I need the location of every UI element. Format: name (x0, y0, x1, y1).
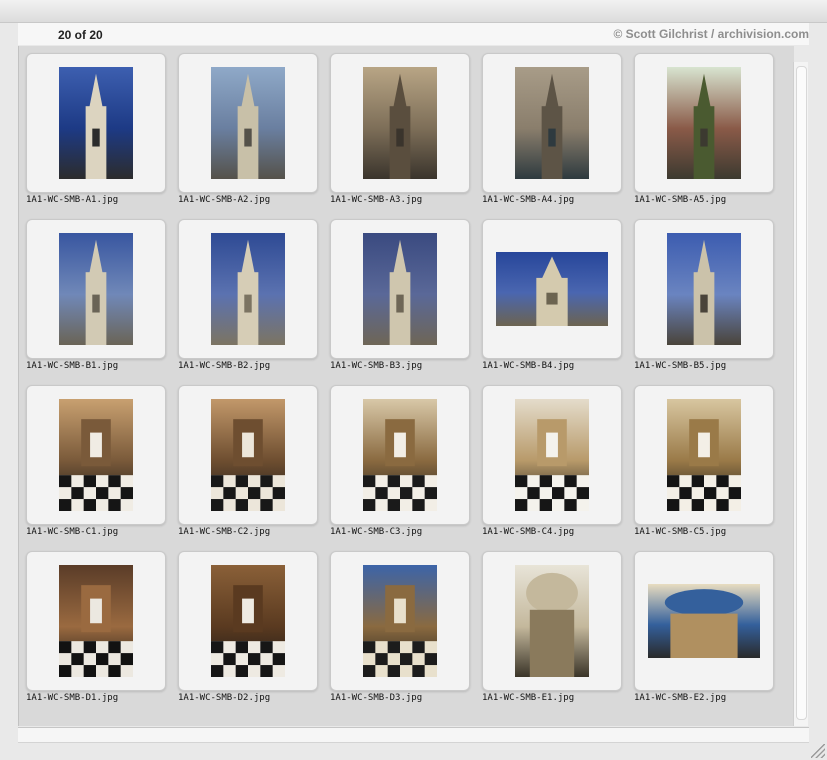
thumbnail-filename: 1A1-WC-SMB-A1.jpg (26, 195, 119, 205)
thumbnail-image (59, 233, 133, 345)
thumbnail-frame[interactable] (634, 385, 774, 525)
photo-credit: © Scott Gilchrist / archivision.com (613, 27, 809, 41)
thumbnail-item[interactable]: 1A1-WC-SMB-D2.jpg (178, 551, 318, 713)
thumbnail-image (363, 67, 437, 179)
thumbnail-filename: 1A1-WC-SMB-D3.jpg (330, 693, 423, 703)
thumbnail-grid: 1A1-WC-SMB-A1.jpg 1A1-WC-SMB-A2.jpg 1A1-WC… (18, 46, 794, 726)
thumbnail-item[interactable]: 1A1-WC-SMB-B5.jpg (634, 219, 774, 381)
thumbnail-item[interactable]: 1A1-WC-SMB-C4.jpg (482, 385, 622, 547)
thumbnail-filename: 1A1-WC-SMB-C2.jpg (178, 527, 271, 537)
thumbnail-frame[interactable] (26, 219, 166, 359)
thumbnail-image (648, 584, 760, 658)
horizontal-scrollbar[interactable] (18, 727, 809, 743)
thumbnail-frame[interactable] (634, 551, 774, 691)
thumbnail-frame[interactable] (330, 551, 470, 691)
thumbnail-item[interactable]: 1A1-WC-SMB-B1.jpg (26, 219, 166, 381)
thumbnail-filename: 1A1-WC-SMB-C4.jpg (482, 527, 575, 537)
thumbnail-frame[interactable] (26, 53, 166, 193)
thumbnail-item[interactable]: 1A1-WC-SMB-A5.jpg (634, 53, 774, 215)
thumbnail-filename: 1A1-WC-SMB-E2.jpg (634, 693, 727, 703)
thumbnail-filename: 1A1-WC-SMB-E1.jpg (482, 693, 575, 703)
thumbnail-image (667, 67, 741, 179)
thumbnail-item[interactable]: 1A1-WC-SMB-E1.jpg (482, 551, 622, 713)
thumbnail-image (667, 399, 741, 511)
thumbnail-image (59, 67, 133, 179)
thumbnail-filename: 1A1-WC-SMB-C1.jpg (26, 527, 119, 537)
thumbnail-item[interactable]: 1A1-WC-SMB-D3.jpg (330, 551, 470, 713)
thumbnail-frame[interactable] (26, 385, 166, 525)
thumbnail-filename: 1A1-WC-SMB-B2.jpg (178, 361, 271, 371)
thumbnail-filename: 1A1-WC-SMB-C3.jpg (330, 527, 423, 537)
thumbnail-image (667, 233, 741, 345)
thumbnail-filename: 1A1-WC-SMB-D2.jpg (178, 693, 271, 703)
thumbnail-image (496, 252, 608, 326)
thumbnail-filename: 1A1-WC-SMB-B3.jpg (330, 361, 423, 371)
thumbnail-frame[interactable] (330, 219, 470, 359)
thumbnail-filename: 1A1-WC-SMB-D1.jpg (26, 693, 119, 703)
thumbnail-filename: 1A1-WC-SMB-B1.jpg (26, 361, 119, 371)
thumbnail-frame[interactable] (482, 53, 622, 193)
thumbnail-item[interactable]: 1A1-WC-SMB-B4.jpg (482, 219, 622, 381)
thumbnail-filename: 1A1-WC-SMB-A2.jpg (178, 195, 271, 205)
thumbnail-frame[interactable] (330, 53, 470, 193)
thumbnail-image (363, 399, 437, 511)
thumbnail-frame[interactable] (634, 219, 774, 359)
thumbnail-image (515, 565, 589, 677)
gallery-header: 20 of 20 © Scott Gilchrist / archivision… (18, 23, 809, 45)
thumbnail-item[interactable]: 1A1-WC-SMB-C2.jpg (178, 385, 318, 547)
thumbnail-frame[interactable] (482, 385, 622, 525)
thumbnail-filename: 1A1-WC-SMB-A3.jpg (330, 195, 423, 205)
image-count-label: 20 of 20 (58, 28, 103, 42)
thumbnail-frame[interactable] (634, 53, 774, 193)
thumbnail-item[interactable]: 1A1-WC-SMB-C5.jpg (634, 385, 774, 547)
thumbnail-image (211, 233, 285, 345)
thumbnail-filename: 1A1-WC-SMB-B5.jpg (634, 361, 727, 371)
thumbnail-filename: 1A1-WC-SMB-B4.jpg (482, 361, 575, 371)
thumbnail-item[interactable]: 1A1-WC-SMB-B2.jpg (178, 219, 318, 381)
thumbnail-item[interactable]: 1A1-WC-SMB-B3.jpg (330, 219, 470, 381)
thumbnail-item[interactable]: 1A1-WC-SMB-A4.jpg (482, 53, 622, 215)
thumbnail-image (211, 399, 285, 511)
thumbnail-frame[interactable] (178, 385, 318, 525)
thumbnail-item[interactable]: 1A1-WC-SMB-D1.jpg (26, 551, 166, 713)
thumbnail-image (515, 399, 589, 511)
thumbnail-filename: 1A1-WC-SMB-C5.jpg (634, 527, 727, 537)
thumbnail-frame[interactable] (178, 551, 318, 691)
thumbnail-frame[interactable] (482, 551, 622, 691)
thumbnail-image (363, 565, 437, 677)
thumbnail-item[interactable]: 1A1-WC-SMB-C3.jpg (330, 385, 470, 547)
thumbnail-image (59, 565, 133, 677)
thumbnail-item[interactable]: 1A1-WC-SMB-A3.jpg (330, 53, 470, 215)
thumbnail-image (515, 67, 589, 179)
thumbnail-item[interactable]: 1A1-WC-SMB-A1.jpg (26, 53, 166, 215)
thumbnail-item[interactable]: 1A1-WC-SMB-A2.jpg (178, 53, 318, 215)
thumbnail-image (363, 233, 437, 345)
vertical-scroll-thumb[interactable] (796, 66, 807, 720)
thumbnail-frame[interactable] (178, 219, 318, 359)
thumbnail-item[interactable]: 1A1-WC-SMB-E2.jpg (634, 551, 774, 713)
thumbnail-filename: 1A1-WC-SMB-A5.jpg (634, 195, 727, 205)
thumbnail-image (211, 67, 285, 179)
thumbnail-image (59, 399, 133, 511)
thumbnail-frame[interactable] (26, 551, 166, 691)
window-toolbar (0, 0, 827, 23)
vertical-scrollbar[interactable] (793, 62, 808, 726)
thumbnail-image (211, 565, 285, 677)
thumbnail-frame[interactable] (330, 385, 470, 525)
resize-grip-icon[interactable] (811, 744, 825, 758)
thumbnail-filename: 1A1-WC-SMB-A4.jpg (482, 195, 575, 205)
thumbnail-frame[interactable] (482, 219, 622, 359)
thumbnail-frame[interactable] (178, 53, 318, 193)
thumbnail-item[interactable]: 1A1-WC-SMB-C1.jpg (26, 385, 166, 547)
